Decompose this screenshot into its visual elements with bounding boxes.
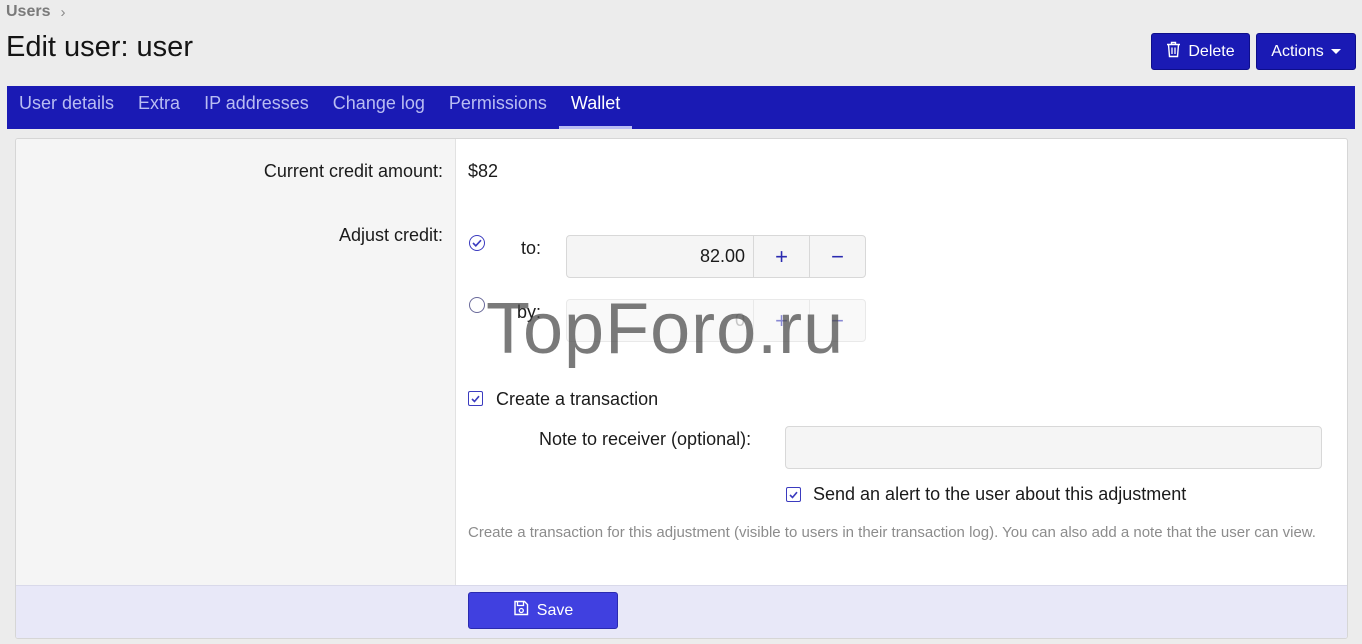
adjust-by-stepper: 0 + − xyxy=(566,299,866,342)
page-title: Edit user: user xyxy=(6,31,193,63)
check-icon xyxy=(471,395,480,403)
note-label: Note to receiver (optional): xyxy=(539,429,752,449)
chevron-right-icon: › xyxy=(60,3,66,21)
adjust-to-decrement-button[interactable]: − xyxy=(809,236,865,277)
form-footer: Save xyxy=(16,585,1347,638)
tab-user-details[interactable]: User details xyxy=(7,82,126,125)
tab-bar: User details Extra IP addresses Change l… xyxy=(7,86,1355,129)
tab-ip-addresses[interactable]: IP addresses xyxy=(192,82,321,125)
transaction-hint: Create a transaction for this adjustment… xyxy=(468,524,1316,541)
floppy-disk-icon xyxy=(513,600,529,621)
check-icon xyxy=(472,239,482,247)
tab-wallet[interactable]: Wallet xyxy=(558,82,633,129)
tab-extra[interactable]: Extra xyxy=(126,82,192,125)
send-alert-label: Send an alert to the user about this adj… xyxy=(813,484,1187,504)
adjust-to-increment-button[interactable]: + xyxy=(753,236,809,277)
save-button-label: Save xyxy=(536,601,574,619)
adjust-by-decrement-button[interactable]: − xyxy=(809,300,865,341)
adjust-by-input[interactable]: 0 xyxy=(567,300,753,341)
current-credit-value: $82 xyxy=(468,161,499,181)
header-actions: Delete Actions xyxy=(1151,33,1356,70)
actions-button-label: Actions xyxy=(1271,42,1324,60)
delete-button-label: Delete xyxy=(1188,42,1235,60)
delete-button[interactable]: Delete xyxy=(1151,33,1250,70)
adjust-by-increment-button[interactable]: + xyxy=(753,300,809,341)
breadcrumb-users-link[interactable]: Users xyxy=(6,3,50,21)
note-input[interactable] xyxy=(785,426,1322,469)
adjust-credit-label: Adjust credit: xyxy=(338,225,443,245)
adjust-by-radio[interactable] xyxy=(469,297,485,313)
check-icon xyxy=(789,491,798,499)
adjust-to-input[interactable]: 82.00 xyxy=(567,236,753,277)
actions-menu-button[interactable]: Actions xyxy=(1256,33,1356,70)
send-alert-checkbox[interactable] xyxy=(786,487,801,502)
adjust-to-label: to: xyxy=(521,238,542,258)
wallet-panel: Current credit amount: Adjust credit: $8… xyxy=(15,138,1348,639)
create-transaction-label: Create a transaction xyxy=(496,389,659,409)
label-column: Current credit amount: Adjust credit: xyxy=(16,139,456,587)
tab-permissions[interactable]: Permissions xyxy=(437,82,559,125)
trash-icon xyxy=(1166,41,1181,63)
tab-change-log[interactable]: Change log xyxy=(321,82,437,125)
adjust-by-label: by: xyxy=(517,302,542,322)
breadcrumb: Users › xyxy=(6,3,65,21)
current-credit-label: Current credit amount: xyxy=(263,161,443,181)
save-button[interactable]: Save xyxy=(468,592,618,629)
caret-down-icon xyxy=(1330,49,1341,54)
adjust-to-radio[interactable] xyxy=(469,235,485,251)
adjust-to-stepper: 82.00 + − xyxy=(566,235,866,278)
create-transaction-checkbox[interactable] xyxy=(468,391,483,406)
